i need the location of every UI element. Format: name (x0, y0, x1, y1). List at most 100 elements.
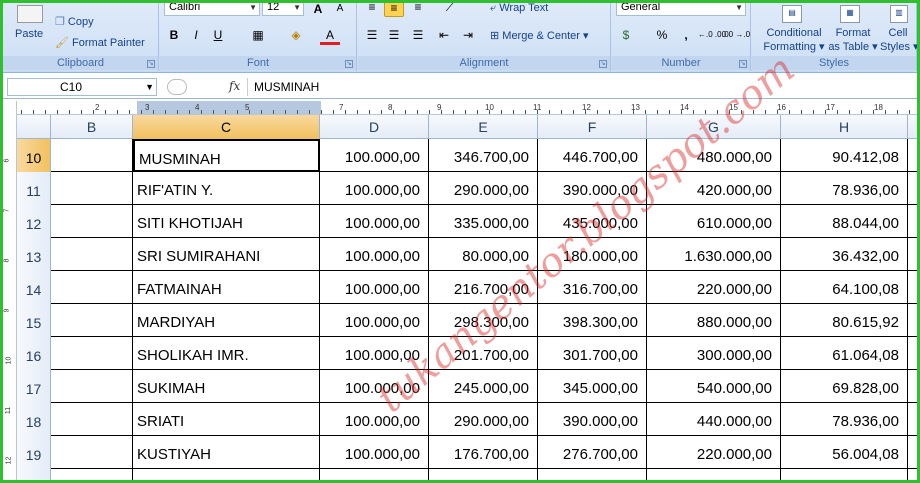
cell-d[interactable]: 100.000,00 (320, 271, 429, 304)
cell-h[interactable]: 78.936,00 (781, 403, 908, 436)
cell-e[interactable]: 290.000,00 (429, 403, 538, 436)
cell-g[interactable]: 380.000,00 (647, 469, 781, 480)
cell-g[interactable]: 540.000,00 (647, 370, 781, 403)
cell-b[interactable] (51, 403, 133, 436)
cell-c[interactable]: SRIATI (133, 403, 320, 436)
bold-button[interactable]: B (164, 25, 184, 45)
row-header[interactable]: 17 (17, 370, 51, 403)
cell-c[interactable]: MUSMINAH (133, 139, 320, 172)
cell-b[interactable] (51, 172, 133, 205)
cell-c[interactable]: SUKIMAH (133, 370, 320, 403)
fill-color-icon[interactable]: ◈ (286, 25, 306, 45)
align-right-icon[interactable]: ☰ (408, 25, 428, 45)
column-header-e[interactable]: E (429, 115, 538, 139)
cell-e[interactable]: 346.700,00 (429, 139, 538, 172)
cell-f[interactable]: 345.000,00 (538, 370, 647, 403)
cell-h[interactable]: 69.828,00 (781, 370, 908, 403)
cell-g[interactable]: 300.000,00 (647, 337, 781, 370)
cell-e[interactable]: 298.300,00 (429, 304, 538, 337)
italic-button[interactable]: I (186, 25, 206, 45)
cell-g[interactable]: 220.000,00 (647, 436, 781, 469)
row-header[interactable]: 18 (17, 403, 51, 436)
cell-h[interactable]: 90.412,08 (781, 139, 908, 172)
cell-b[interactable] (51, 139, 133, 172)
cell-g[interactable]: 880.000,00 (647, 304, 781, 337)
cell-b[interactable] (51, 238, 133, 271)
cell-h[interactable]: 88.044,00 (781, 469, 908, 480)
cell-e[interactable]: 216.700,00 (429, 271, 538, 304)
column-header-f[interactable]: F (538, 115, 647, 139)
align-bottom-icon[interactable]: ≡ (408, 3, 428, 17)
cell-d[interactable]: 100.000,00 (320, 370, 429, 403)
cell-g[interactable]: 610.000,00 (647, 205, 781, 238)
row-header[interactable]: 13 (17, 238, 51, 271)
underline-button[interactable]: U (208, 25, 228, 45)
cell-f[interactable]: 435.000,00 (538, 205, 647, 238)
cell-b[interactable] (51, 436, 133, 469)
cell-c[interactable]: SITI KHOTIJAH (133, 205, 320, 238)
cell-d[interactable]: 100.000,00 (320, 469, 429, 480)
cell-b[interactable] (51, 337, 133, 370)
cell-d[interactable]: 100.000,00 (320, 304, 429, 337)
clipboard-launcher[interactable]: ↘ (147, 60, 155, 68)
cell-c[interactable]: FATMAINAH (133, 271, 320, 304)
cell-h[interactable]: 80.615,92 (781, 304, 908, 337)
cell-b[interactable] (51, 304, 133, 337)
cell-e[interactable]: 201.700,00 (429, 337, 538, 370)
cell-c[interactable]: RIF'ATIN Y. (133, 172, 320, 205)
align-top-icon[interactable]: ≡ (362, 3, 382, 17)
cell-c[interactable]: SRI SUMIRAHANI (133, 238, 320, 271)
align-left-icon[interactable]: ☰ (362, 25, 382, 45)
font-name-select[interactable]: Calibri ▼ (164, 3, 260, 16)
cell-f[interactable]: 180.000,00 (538, 238, 647, 271)
cell-d[interactable]: 100.000,00 (320, 436, 429, 469)
wrap-text-button[interactable]: ⤶ Wrap Text (490, 3, 548, 15)
cell-f[interactable]: 390.000,00 (538, 172, 647, 205)
insert-function-button[interactable]: fx (229, 79, 240, 93)
select-all-corner[interactable] (17, 115, 51, 139)
row-header[interactable]: 10 (17, 139, 51, 172)
row-header[interactable]: 11 (17, 172, 51, 205)
cell-f[interactable]: 446.700,00 (538, 139, 647, 172)
row-header[interactable]: 15 (17, 304, 51, 337)
cell-d[interactable]: 100.000,00 (320, 337, 429, 370)
conditional-formatting-button[interactable]: Conditional Formatting ▾ (758, 26, 830, 54)
cell-h[interactable]: 64.100,08 (781, 271, 908, 304)
grow-font-button[interactable]: A (308, 3, 328, 19)
cell-b[interactable] (51, 469, 133, 480)
cell-d[interactable]: 100.000,00 (320, 403, 429, 436)
cell-d[interactable]: 100.000,00 (320, 172, 429, 205)
copy-button[interactable]: ❐ Copy (55, 15, 94, 29)
cell-c[interactable]: KUSTIYAH (133, 436, 320, 469)
column-header-d[interactable]: D (320, 115, 429, 139)
cell-f[interactable]: 301.700,00 (538, 337, 647, 370)
row-header[interactable]: 20 (17, 469, 51, 480)
cell-f[interactable]: 276.700,00 (538, 436, 647, 469)
cell-f[interactable]: 435.000,00 (538, 469, 647, 480)
cell-e[interactable]: 335.000,00 (429, 469, 538, 480)
font-launcher[interactable]: ↘ (345, 60, 353, 68)
cell-e[interactable]: 245.000,00 (429, 370, 538, 403)
align-center-icon[interactable]: ☰ (384, 25, 404, 45)
row-header[interactable]: 16 (17, 337, 51, 370)
row-header[interactable]: 12 (17, 205, 51, 238)
cell-d[interactable]: 100.000,00 (320, 139, 429, 172)
cell-b[interactable] (51, 271, 133, 304)
cell-d[interactable]: 100.000,00 (320, 238, 429, 271)
align-middle-icon[interactable]: ≡ (384, 3, 404, 17)
cell-h[interactable]: 56.004,08 (781, 436, 908, 469)
cell-d[interactable]: 100.000,00 (320, 205, 429, 238)
cell-c[interactable]: MARDIYAH (133, 304, 320, 337)
shrink-font-button[interactable]: A (330, 3, 350, 19)
row-header[interactable]: 19 (17, 436, 51, 469)
cell-h[interactable]: 36.432,00 (781, 238, 908, 271)
cell-f[interactable]: 398.300,00 (538, 304, 647, 337)
alignment-launcher[interactable]: ↘ (599, 60, 607, 68)
cell-g[interactable]: 480.000,00 (647, 139, 781, 172)
percent-button[interactable]: % (652, 25, 672, 45)
font-color-button[interactable]: A (320, 25, 340, 45)
paste-button[interactable]: Paste (15, 27, 43, 41)
cell-b[interactable] (51, 370, 133, 403)
increase-indent-icon[interactable]: ⇥ (458, 25, 478, 45)
format-painter-button[interactable]: 🖌 Format Painter (55, 36, 145, 50)
